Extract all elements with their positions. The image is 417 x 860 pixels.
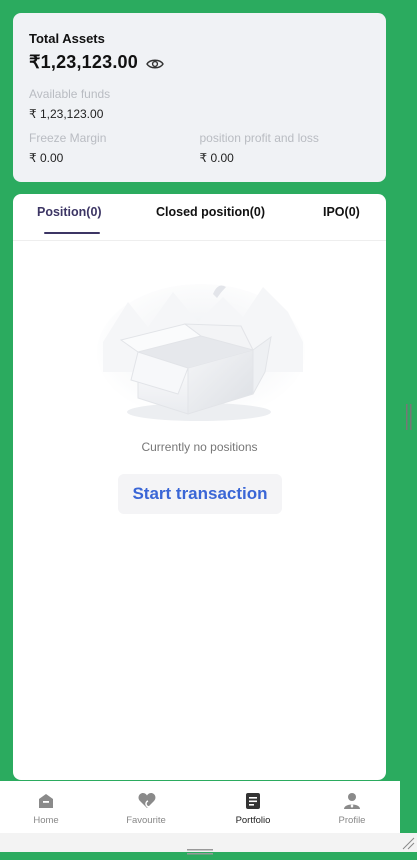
resize-grip-icon[interactable]: [401, 836, 415, 850]
total-assets-row: ₹1,23,123.00: [29, 52, 370, 73]
tab-position[interactable]: Position(0): [37, 205, 102, 219]
side-drag-handle-icon[interactable]: [406, 404, 412, 430]
nav-home[interactable]: Home: [6, 781, 86, 833]
assets-card: Total Assets ₹1,23,123.00 Available fund…: [13, 13, 386, 182]
profile-icon: [344, 793, 360, 809]
nav-favourite-label: Favourite: [126, 815, 166, 826]
empty-box-illustration: [93, 282, 307, 432]
positions-tabs: Position(0) Closed position(0) IPO(0): [13, 194, 386, 241]
nav-favourite[interactable]: Favourite: [106, 781, 186, 833]
nav-portfolio[interactable]: Portfolio: [213, 781, 293, 833]
empty-state-message: Currently no positions: [141, 440, 258, 454]
total-assets-label: Total Assets: [29, 31, 105, 46]
margin-grid: Freeze Margin ₹ 0.00 position profit and…: [29, 131, 370, 165]
available-funds-value: ₹ 1,23,123.00: [29, 107, 104, 121]
position-pnl-label: position profit and loss: [199, 131, 319, 145]
positions-card: Position(0) Closed position(0) IPO(0) Cu…: [13, 194, 386, 780]
home-icon: [39, 794, 53, 808]
start-transaction-button[interactable]: Start transaction: [118, 474, 282, 514]
nav-home-label: Home: [33, 815, 59, 826]
drag-handle-icon[interactable]: [187, 842, 213, 855]
nav-profile[interactable]: Profile: [312, 781, 392, 833]
eye-icon[interactable]: [146, 57, 164, 69]
nav-profile-label: Profile: [338, 815, 366, 826]
tab-closed-position[interactable]: Closed position(0): [156, 205, 265, 219]
total-assets-value: ₹1,23,123.00: [29, 52, 138, 72]
bottom-nav: Home Favourite Portfolio Profile: [0, 781, 400, 833]
freeze-margin-label: Freeze Margin: [29, 131, 107, 145]
nav-portfolio-label: Portfolio: [235, 815, 271, 826]
portfolio-icon: [246, 793, 260, 809]
freeze-margin-value: ₹ 0.00: [29, 151, 64, 165]
tab-ipo[interactable]: IPO(0): [323, 205, 360, 219]
active-tab-indicator: [44, 232, 100, 234]
available-funds-label: Available funds: [29, 87, 111, 101]
heart-icon: [138, 793, 156, 808]
position-pnl-value: ₹ 0.00: [199, 151, 234, 165]
